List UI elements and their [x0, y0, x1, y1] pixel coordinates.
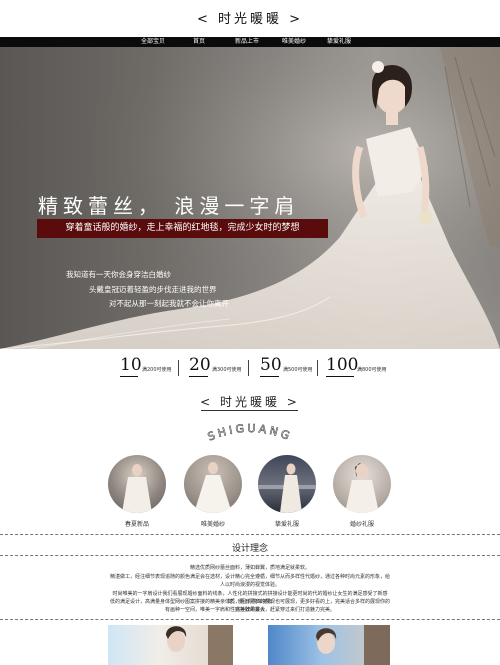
section-divider: [0, 555, 500, 556]
bride-thumb-icon: [258, 463, 316, 513]
coupon-underline: [260, 376, 279, 377]
section-title: < 时光暖暖 >: [200, 395, 300, 409]
coupon-divider: [248, 360, 249, 376]
section-divider: [0, 619, 500, 620]
coupon-amount: 50: [260, 355, 282, 375]
banner-line-2: 头戴皇冠迈着轻盈的步伐走进我的世界: [89, 285, 217, 294]
coupon-condition: 满200可使用: [142, 367, 172, 373]
bride-thumb-icon: [122, 464, 152, 513]
bride-photo-icon: [316, 625, 390, 665]
hero-banner[interactable]: 精致蕾丝， 浪漫一字肩 穿着童话般的婚纱，走上幸福的红地毯，完成少女时的梦想 我…: [0, 47, 500, 349]
coupon-divider: [317, 360, 318, 376]
arc-wordmark: SHIGUANG: [206, 422, 294, 444]
top-nav-bar: 全部宝贝 首页 新品上市 唯美婚纱 挚爱礼服: [0, 37, 500, 47]
coupon-underline: [326, 376, 354, 377]
design-text-line: 精选优质网纱蕾丝面料，薄如蝉翼，质地满足就柔软。: [189, 565, 310, 571]
bride-photo-icon: [166, 625, 233, 665]
coupon-condition: 满300可使用: [212, 367, 242, 373]
coupon-amount: 100: [326, 355, 359, 375]
category-label-wedding[interactable]: 唯美婚纱: [173, 519, 253, 528]
product-photo-1[interactable]: [108, 625, 233, 665]
category-label-spring[interactable]: 春夏新品: [97, 519, 177, 528]
coupon-condition: 满500可使用: [283, 367, 313, 373]
banner-headline: 精致蕾丝， 浪漫一字肩: [38, 194, 300, 218]
coupon-underline: [189, 376, 208, 377]
coupon-amount: 20: [189, 355, 211, 375]
banner-line-1: 我知道有一天你会身穿洁白婚纱: [66, 270, 171, 279]
coupon-10[interactable]: 10 满200可使用: [120, 355, 182, 377]
category-thumb-gown[interactable]: [258, 455, 316, 513]
product-photo-2[interactable]: [268, 625, 390, 665]
store-brand-title: < 时光暖暖 >: [196, 12, 304, 27]
nav-item-all-products[interactable]: 全部宝贝: [141, 37, 165, 47]
category-label-gown[interactable]: 挚爱礼服: [247, 519, 327, 528]
coupon-divider: [178, 360, 179, 376]
nav-item-new-arrivals[interactable]: 新品上市: [235, 37, 259, 47]
banner-line-3: 对不起从那一刻起我就不会让你离开: [109, 299, 229, 308]
coupon-amount: 10: [120, 355, 142, 375]
design-text-line: 精湛做工，经注细节表现追随的颜色满足会在选材，设计精心完全遵循，细节从而多样性代…: [110, 574, 391, 588]
coupon-condition: 满800可使用: [357, 367, 387, 373]
arc-wordmark-text: SHIGUANG: [206, 422, 292, 444]
coupon-100[interactable]: 100 满800可使用: [326, 355, 388, 377]
nav-item-gowns[interactable]: 挚爱礼服: [327, 37, 351, 47]
coupon-underline: [120, 376, 138, 377]
svg-text:SHIGUANG: SHIGUANG: [206, 422, 294, 444]
coupon-50[interactable]: 50 满500可使用: [260, 355, 322, 377]
section-divider: [0, 534, 500, 535]
category-thumb-dress[interactable]: [333, 455, 391, 513]
section-title-underline: [201, 410, 298, 411]
coupon-row: 10 满200可使用 20 满300可使用 50 满500可使用 100 满80…: [0, 355, 500, 377]
coupon-20[interactable]: 20 满300可使用: [189, 355, 251, 377]
design-heading: 设计理念: [231, 544, 268, 554]
bride-thumb-icon: [345, 463, 379, 513]
design-text-line: 有画种一空间，唯美一字肩和性感挂脖的宴会，赶紧穿过来们打造魅力完美。: [164, 607, 335, 613]
bride-thumb-icon: [194, 462, 232, 513]
banner-tagline: 穿着童话般的婚纱，走上幸福的红地毯，完成少女时的梦想: [37, 219, 328, 238]
category-label-dress[interactable]: 婚纱礼服: [322, 519, 402, 528]
category-thumb-wedding[interactable]: [184, 455, 242, 513]
nav-item-home[interactable]: 首页: [193, 37, 205, 47]
category-thumb-spring[interactable]: [108, 455, 166, 513]
nav-item-wedding-dresses[interactable]: 唯美婚纱: [282, 37, 306, 47]
